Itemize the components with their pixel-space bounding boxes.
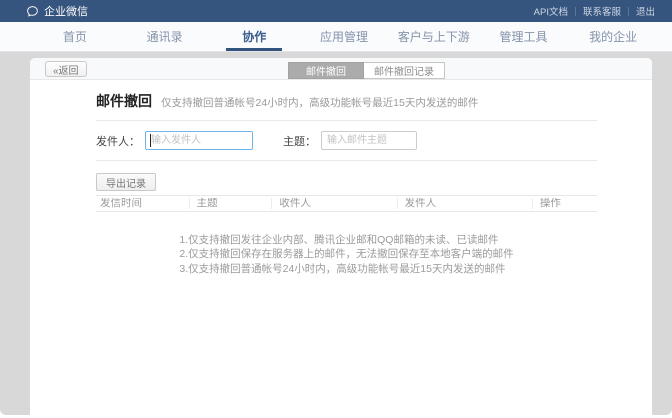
active-nav-underline bbox=[226, 48, 282, 51]
nav-item-customers-upstream[interactable]: 客户与上下游 bbox=[389, 22, 479, 51]
sender-label: 发件人： bbox=[96, 133, 140, 149]
main-nav: 首页 通讯录 协作 应用管理 客户与上下游 管理工具 我的企业 bbox=[0, 22, 672, 52]
api-docs-link[interactable]: API文档 bbox=[527, 4, 575, 18]
subject-label: 主题： bbox=[283, 133, 316, 149]
nav-item-home[interactable]: 首页 bbox=[30, 22, 120, 51]
nav-item-admin-tools[interactable]: 管理工具 bbox=[479, 22, 569, 51]
note-line: 3.仅支持撤回普通帐号24小时内，高级功能帐号最近15天内发送的邮件 bbox=[179, 262, 513, 277]
logout-link[interactable]: 退出 bbox=[629, 4, 662, 18]
page-background: «返回 邮件撤回 邮件撤回记录 邮件撤回 仅支持撤回普通帐号24小时内，高级功能… bbox=[0, 52, 672, 415]
topbar: 企业微信 API文档 联系客服 退出 bbox=[0, 0, 672, 22]
tab-mail-recall[interactable]: 邮件撤回 bbox=[288, 62, 364, 79]
text-cursor bbox=[150, 134, 151, 147]
wechat-work-logo-icon bbox=[26, 5, 39, 18]
recall-notes: 1.仅支持撤回发往企业内部、腾讯企业邮和QQ邮箱的未读、已读邮件 2.仅支持撤回… bbox=[179, 233, 513, 277]
recall-table-header: 发信时间 主题 收件人 发件人 操作 bbox=[96, 195, 597, 212]
back-button[interactable]: «返回 bbox=[45, 61, 87, 77]
subject-input-wrap bbox=[321, 131, 417, 150]
nav-item-collaboration[interactable]: 协作 bbox=[209, 22, 299, 51]
sender-input-wrap bbox=[145, 131, 253, 150]
brand[interactable]: 企业微信 bbox=[26, 3, 88, 19]
topbar-links: API文档 联系客服 退出 bbox=[527, 4, 662, 18]
nav-item-label: 协作 bbox=[242, 28, 266, 45]
panel-body: 邮件撤回 仅支持撤回普通帐号24小时内，高级功能帐号最近15天内发送的邮件 发件… bbox=[30, 80, 652, 276]
recall-search-form: 发件人： 主题： bbox=[96, 121, 597, 161]
sender-input[interactable] bbox=[145, 131, 253, 150]
column-header-action: 操作 bbox=[532, 198, 597, 209]
title-row: 邮件撤回 仅支持撤回普通帐号24小时内，高级功能帐号最近15天内发送的邮件 bbox=[96, 80, 597, 121]
nav-item-my-enterprise[interactable]: 我的企业 bbox=[568, 22, 658, 51]
nav-item-app-management[interactable]: 应用管理 bbox=[299, 22, 389, 51]
column-header-subject: 主题 bbox=[189, 198, 272, 209]
page-title: 邮件撤回 bbox=[96, 91, 152, 111]
subject-input[interactable] bbox=[321, 131, 417, 150]
nav-item-contacts[interactable]: 通讯录 bbox=[120, 22, 210, 51]
mail-recall-panel: «返回 邮件撤回 邮件撤回记录 邮件撤回 仅支持撤回普通帐号24小时内，高级功能… bbox=[30, 58, 652, 415]
tab-mail-recall-records[interactable]: 邮件撤回记录 bbox=[364, 62, 445, 79]
column-header-send-time: 发信时间 bbox=[96, 198, 189, 209]
panel-header: «返回 邮件撤回 邮件撤回记录 bbox=[30, 58, 652, 80]
note-line: 1.仅支持撤回发往企业内部、腾讯企业邮和QQ邮箱的未读、已读邮件 bbox=[179, 233, 513, 248]
page-subtitle: 仅支持撤回普通帐号24小时内，高级功能帐号最近15天内发送的邮件 bbox=[161, 95, 478, 110]
column-header-sender: 发件人 bbox=[397, 198, 532, 209]
tab-group: 邮件撤回 邮件撤回记录 bbox=[288, 62, 445, 79]
export-records-button[interactable]: 导出记录 bbox=[96, 173, 156, 191]
note-line: 2.仅支持撤回保存在服务器上的邮件，无法撤回保存至本地客户端的邮件 bbox=[179, 247, 513, 262]
column-header-recipient: 收件人 bbox=[271, 198, 396, 209]
brand-name: 企业微信 bbox=[44, 3, 88, 19]
contact-support-link[interactable]: 联系客服 bbox=[576, 4, 628, 18]
